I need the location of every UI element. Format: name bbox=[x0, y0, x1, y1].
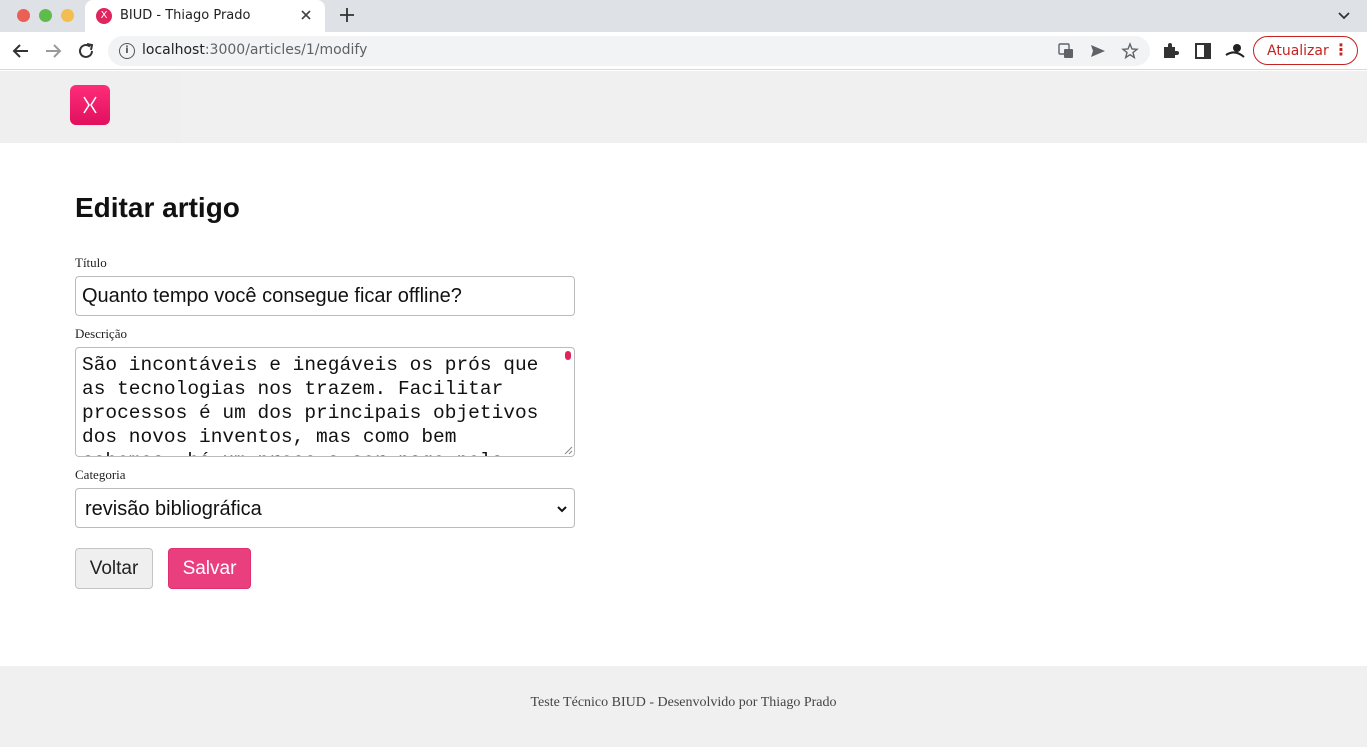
address-bar[interactable]: i localhost:3000/articles/1/modify bbox=[108, 36, 1150, 66]
tab-close-icon[interactable] bbox=[297, 6, 315, 24]
update-label: Atualizar bbox=[1267, 43, 1329, 59]
footer-text: Teste Técnico BIUD - Desenvolvido por Th… bbox=[530, 695, 837, 710]
resize-handle-icon[interactable] bbox=[562, 444, 573, 455]
description-textarea[interactable]: São incontáveis e inegáveis os prós que … bbox=[75, 347, 575, 457]
category-label: Categoria bbox=[75, 467, 126, 482]
browser-tab-bar: X BIUD - Thiago Prado bbox=[0, 0, 1367, 32]
biud-logo-icon bbox=[83, 96, 97, 114]
site-footer: Teste Técnico BIUD - Desenvolvido por Th… bbox=[0, 666, 1367, 747]
side-panel-icon[interactable] bbox=[1193, 41, 1213, 61]
url-host: localhost bbox=[142, 42, 205, 58]
forward-arrow-icon[interactable] bbox=[42, 40, 64, 62]
category-selected-value: revisão bibliográfica bbox=[85, 498, 262, 520]
reload-icon[interactable] bbox=[75, 40, 97, 62]
menu-dots-icon: ⋮ bbox=[1333, 40, 1349, 59]
back-arrow-icon[interactable] bbox=[10, 40, 32, 62]
send-to-device-icon[interactable] bbox=[1089, 42, 1107, 60]
save-button[interactable]: Salvar bbox=[168, 548, 251, 589]
title-input[interactable] bbox=[75, 276, 575, 316]
minimize-window-button[interactable] bbox=[61, 9, 74, 22]
close-window-button[interactable] bbox=[17, 9, 30, 22]
browser-tab-active[interactable]: X BIUD - Thiago Prado bbox=[85, 0, 325, 32]
page-title: Editar artigo bbox=[75, 192, 240, 223]
site-header bbox=[0, 71, 1367, 143]
site-info-icon[interactable]: i bbox=[119, 43, 135, 59]
extensions-puzzle-icon[interactable] bbox=[1160, 41, 1180, 61]
category-select[interactable]: revisão bibliográfica bbox=[75, 488, 575, 528]
tab-favicon-icon: X bbox=[96, 8, 112, 24]
url-text[interactable]: localhost:3000/articles/1/modify bbox=[142, 42, 367, 58]
tab-title: BIUD - Thiago Prado bbox=[120, 8, 251, 23]
back-button[interactable]: Voltar bbox=[75, 548, 153, 589]
url-path: :3000/articles/1/modify bbox=[204, 42, 368, 58]
bookmark-star-icon[interactable] bbox=[1121, 42, 1139, 60]
chevron-down-icon bbox=[556, 502, 568, 514]
description-label: Descrição bbox=[75, 326, 127, 341]
biud-logo[interactable] bbox=[70, 85, 110, 125]
title-label: Título bbox=[75, 255, 107, 270]
description-scrollbar[interactable] bbox=[565, 351, 571, 360]
update-browser-button[interactable]: Atualizar ⋮ bbox=[1253, 36, 1358, 65]
profile-avatar-icon[interactable] bbox=[1225, 41, 1245, 61]
tab-search-chevron-icon[interactable] bbox=[1335, 6, 1353, 24]
translate-icon[interactable] bbox=[1057, 42, 1075, 60]
browser-toolbar: i localhost:3000/articles/1/modify Atual… bbox=[0, 32, 1367, 70]
maximize-window-button[interactable] bbox=[39, 9, 52, 22]
new-tab-icon[interactable] bbox=[336, 4, 358, 26]
